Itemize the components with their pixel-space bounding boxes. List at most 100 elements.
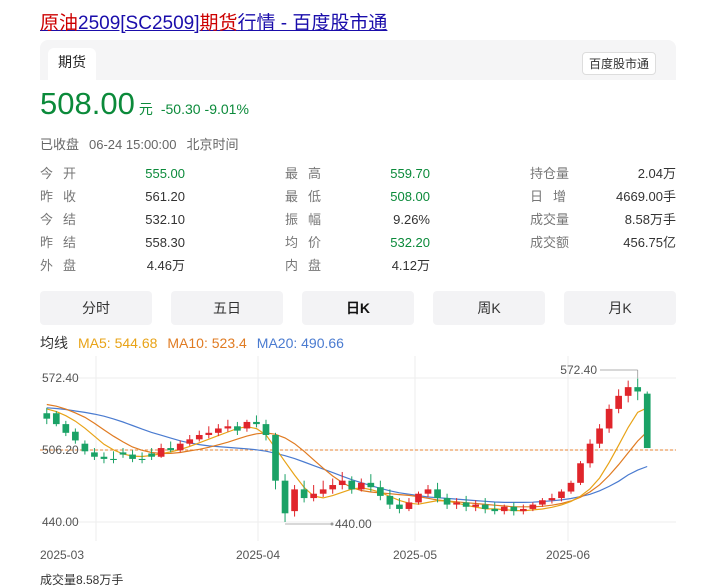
title-keyword-crude: 原油: [40, 13, 79, 34]
stat-value: 4.46万: [146, 258, 185, 273]
price-change: -50.30: [160, 101, 201, 117]
stat-value: 508.00: [390, 189, 430, 204]
stat-value: 532.10: [145, 212, 185, 227]
kline-svg: 572.40 506.20 440.00 2025-03 2025-04 2025-05 2…: [40, 356, 676, 562]
stat-item: 持仓量 2.04万: [530, 163, 676, 185]
tab-futures[interactable]: 期货: [48, 48, 96, 80]
min-annotation-dot: [330, 522, 334, 526]
page-title-link[interactable]: 原油2509[SC2509]期货行情 - 百度股市通: [40, 8, 387, 35]
stat-label: 振幅: [285, 212, 332, 227]
candle-body: [462, 502, 470, 507]
candle-body: [558, 491, 565, 499]
candle-body: [519, 508, 527, 512]
candle-body: [491, 508, 499, 512]
candle-body: [396, 504, 403, 509]
y-tick-label: 440.00: [42, 515, 79, 529]
ma20-legend: MA20: 490.66: [256, 335, 344, 351]
market-status-row: 已收盘 06-24 15:00:00 北京时间: [40, 134, 249, 153]
price-row: 508.00 元 -50.30 -9.01%: [40, 86, 249, 122]
candle-body: [377, 487, 384, 496]
stat-label: 今开: [40, 166, 87, 181]
min-annotation-label: 440.00: [335, 517, 372, 531]
stat-label: 最高: [285, 166, 332, 181]
stat-value: 9.26%: [393, 212, 430, 227]
quote-timezone: 北京时间: [186, 137, 239, 152]
candle-body: [567, 482, 575, 492]
candle-body: [434, 489, 441, 499]
candle-body: [357, 482, 365, 490]
ma-legend: 均线 MA5: 544.68 MA10: 523.4 MA20: 490.66: [40, 333, 354, 353]
candle-body: [472, 504, 480, 507]
stat-item: 今结 532.10: [40, 209, 185, 231]
volume-label: 成交量8.58万手: [40, 573, 124, 587]
stat-value: 8.58万手: [624, 212, 676, 227]
candle-body: [367, 482, 375, 488]
stat-value: 558.30: [145, 235, 185, 250]
candle-body: [643, 393, 651, 449]
candle-body: [348, 480, 356, 490]
candle-body: [310, 493, 317, 499]
candle-body: [586, 443, 594, 464]
stat-item: 均价 532.20: [285, 232, 430, 254]
candle-body: [481, 504, 489, 509]
candle-body: [424, 489, 432, 494]
candle-body: [281, 480, 289, 514]
stat-item: 今开 555.00: [40, 163, 185, 185]
candle-body: [52, 413, 60, 425]
y-tick-label: 572.40: [42, 371, 79, 385]
stat-value: 2.04万: [637, 166, 676, 181]
candle-body: [157, 448, 165, 457]
stat-item: 最低 508.00: [285, 186, 430, 208]
chart-tab[interactable]: 月K: [564, 291, 676, 325]
stat-label: 昨收: [40, 189, 87, 204]
stat-value: 456.75亿: [623, 235, 676, 250]
title-keyword-futures: 期货: [199, 13, 238, 34]
stat-item: 内盘 4.12万: [285, 255, 430, 277]
kline-chart[interactable]: 572.40 506.20 440.00 2025-03 2025-04 2025-05 2…: [40, 356, 676, 566]
candle-body: [453, 502, 460, 505]
stat-item: 昨结 558.30: [40, 232, 185, 254]
card-tabbar: 期货 百度股市通: [40, 40, 676, 80]
candle-body: [138, 458, 146, 461]
stat-item: 外盘 4.46万: [40, 255, 185, 277]
chart-tab[interactable]: 分时: [40, 291, 152, 325]
stat-label: 成交额: [530, 235, 570, 250]
candle-body: [405, 502, 413, 509]
stat-label: 成交量: [530, 212, 570, 227]
candle-body: [319, 489, 327, 494]
chart-tab[interactable]: 日K: [302, 291, 414, 325]
stat-value: 4669.00手: [616, 189, 676, 204]
stat-value: 532.20: [390, 235, 430, 250]
title-suffix: 行情 - 百度股市通: [237, 13, 388, 34]
candle-body: [195, 434, 203, 440]
ma20-line: [46, 407, 648, 503]
candle-body: [110, 458, 117, 461]
stat-label: 外盘: [40, 258, 87, 273]
candle-body: [386, 495, 394, 505]
candle-body: [500, 506, 508, 512]
chart-tabs: 分时 五日 日K 周K 月K: [40, 291, 680, 325]
candle-body: [596, 428, 603, 444]
x-tick-label: 2025-05: [393, 548, 437, 562]
ma-label: 均线: [40, 335, 68, 351]
market-status: 已收盘: [40, 137, 80, 152]
stat-value: 559.70: [390, 166, 430, 181]
chart-tab[interactable]: 周K: [433, 291, 545, 325]
candle-body: [81, 443, 89, 452]
candle-body: [243, 421, 251, 429]
ma5-legend: MA5: 544.68: [78, 335, 158, 351]
price-change-pct: -9.01%: [204, 101, 249, 117]
stat-item: 振幅 9.26%: [285, 209, 430, 231]
stat-label: 内盘: [285, 258, 332, 273]
candle-body: [224, 426, 232, 429]
candle-body: [62, 424, 70, 433]
candle-body: [148, 453, 155, 457]
chart-tab[interactable]: 五日: [171, 291, 283, 325]
baidu-stock-button[interactable]: 百度股市通: [581, 52, 656, 75]
candle-body: [119, 452, 127, 455]
x-tick-label: 2025-06: [546, 548, 590, 562]
price-unit: 元: [138, 101, 153, 117]
candle-body: [72, 431, 79, 441]
quote-time: 06-24 15:00:00: [89, 137, 177, 152]
candle-body: [43, 413, 51, 419]
